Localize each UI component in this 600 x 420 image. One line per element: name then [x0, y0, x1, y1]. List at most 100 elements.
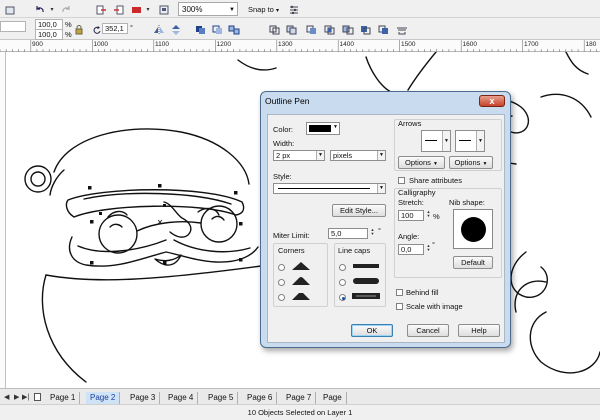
page-tab[interactable]: Page 4 [164, 392, 199, 404]
rotation-field[interactable]: 352,1 [102, 23, 128, 34]
undo-icon[interactable] [34, 3, 46, 16]
page-tab[interactable]: Page 2 [86, 392, 121, 404]
trim-icon[interactable] [306, 23, 318, 36]
color-picker[interactable]: ▼ [306, 122, 340, 135]
stretch-label: Stretch: [398, 198, 424, 207]
hat-pompom [24, 165, 52, 193]
width-unit-select[interactable]: pixels ▼ [330, 150, 386, 161]
object-size-field[interactable] [0, 21, 26, 32]
add-page-icon[interactable] [34, 393, 41, 403]
chevron-down-icon: ▼ [377, 184, 385, 193]
intersect-icon[interactable] [324, 23, 336, 36]
mirror-vertical-icon[interactable] [170, 23, 182, 36]
linecap-square-icon [352, 293, 380, 299]
page-tab[interactable]: Page 3 [126, 392, 161, 404]
santa-beard [41, 274, 87, 383]
undo-dropdown-icon[interactable]: ▾ [48, 3, 56, 16]
stretch-field[interactable]: 100 [398, 210, 424, 221]
corner-round-radio[interactable] [278, 279, 285, 286]
corner-bevel-radio[interactable] [278, 294, 285, 301]
dialog-title: Outline Pen [265, 96, 310, 106]
arrows-group: Arrows ▼ ▼ Options ▼ Options ▼ [394, 119, 502, 171]
ruler-label: 1400 [339, 41, 354, 48]
miter-spinner[interactable]: ▲ ▼ [370, 228, 375, 236]
back-minus-front-icon[interactable] [378, 23, 390, 36]
angle-field[interactable]: 0,0 [398, 244, 424, 255]
edit-style-button[interactable]: Edit Style... [332, 204, 386, 217]
end-page-icon[interactable]: ▶| [22, 393, 29, 401]
miter-degree: ° [378, 226, 381, 235]
corner-miter-radio[interactable] [278, 264, 285, 271]
page-tab[interactable]: Page 1 [46, 392, 81, 404]
status-text: 10 Objects Selected on Layer 1 [247, 408, 353, 417]
publish-dropdown-icon[interactable]: ▾ [144, 3, 152, 16]
ok-button[interactable]: OK [351, 324, 393, 337]
paste-icon[interactable] [4, 3, 16, 16]
start-arrow-select[interactable]: ▼ [421, 130, 451, 152]
nib-shape-preview[interactable] [453, 209, 493, 249]
default-label: Default [461, 258, 485, 267]
mirror-horizontal-icon[interactable] [153, 23, 165, 36]
start-arrow-options-button[interactable]: Options ▼ [398, 156, 445, 169]
ruler-label: 180 [585, 41, 597, 48]
line-style-select[interactable]: ▼ [273, 183, 386, 194]
linecap-butt-radio[interactable] [339, 264, 346, 271]
behind-fill-label: Behind fill [406, 288, 439, 297]
width-value: 2 px [276, 151, 291, 160]
import-icon[interactable] [95, 3, 107, 16]
scale-with-image-checkbox[interactable] [396, 303, 403, 310]
create-boundary-icon[interactable] [396, 23, 408, 36]
stretch-spinner[interactable]: ▲ ▼ [426, 210, 431, 218]
ruler-label: 1000 [93, 41, 108, 48]
corner-bevel-icon [292, 293, 310, 300]
angle-spinner[interactable]: ▲ ▼ [426, 244, 431, 252]
end-arrow-preview [459, 140, 471, 141]
property-bar: 100,0 100,0 % % 352,1 ° [0, 18, 600, 40]
end-arrow-options-button[interactable]: Options ▼ [449, 156, 493, 169]
linecap-round-radio[interactable] [339, 279, 346, 286]
page-tab[interactable]: Page 6 [243, 392, 278, 404]
horizontal-ruler[interactable]: 900 1000 1100 1200 1300 1400 1500 1600 1700 180 [0, 40, 600, 52]
share-attributes-checkbox[interactable] [398, 177, 405, 184]
weld-icon[interactable] [286, 23, 298, 36]
application-launcher-icon[interactable] [158, 3, 170, 16]
ungroup-icon[interactable] [212, 23, 224, 36]
standard-toolbar: ▾ ▾ 300% ▼ Snap to ▾ [0, 0, 600, 18]
cancel-button[interactable]: Cancel [407, 324, 449, 337]
end-arrow-select[interactable]: ▼ [455, 130, 485, 152]
default-button[interactable]: Default [453, 256, 493, 269]
linecap-square-radio[interactable] [339, 294, 346, 301]
options-icon[interactable] [288, 3, 300, 16]
width-label: Width: [273, 139, 295, 148]
rotation-degree: ° [130, 23, 133, 32]
scale-x-percent: % [65, 20, 72, 29]
page-tab[interactable]: Page 7 [282, 392, 317, 404]
chevron-down-icon: ▼ [377, 151, 385, 160]
page-tab[interactable]: Page [319, 392, 347, 404]
close-button[interactable]: x [479, 95, 505, 107]
miter-limit-field[interactable]: 5,0 [328, 228, 368, 239]
simplify-icon[interactable] [342, 23, 354, 36]
ungroup-all-icon[interactable] [228, 23, 240, 36]
front-minus-back-icon[interactable] [360, 23, 372, 36]
calligraphy-group: Calligraphy Stretch: 100 ▲ ▼ % Angle: 0,0… [394, 188, 502, 278]
first-page-icon[interactable]: ◀ [4, 393, 9, 401]
angle-degree: ° [432, 240, 435, 249]
miter-limit-label: Miter Limit: [273, 231, 310, 240]
redo-icon[interactable] [60, 3, 72, 16]
behind-fill-checkbox[interactable] [396, 289, 403, 296]
page-tab[interactable]: Page 5 [204, 392, 239, 404]
corners-label: Corners [278, 246, 305, 255]
group-icon[interactable] [195, 23, 207, 36]
combine-icon[interactable] [269, 23, 281, 36]
scale-y-field[interactable]: 100,0 [35, 29, 63, 40]
last-page-icon[interactable]: ▶ [14, 393, 19, 401]
export-icon[interactable] [112, 3, 124, 16]
help-button[interactable]: Help [458, 324, 500, 337]
publish-pdf-icon[interactable] [130, 3, 142, 16]
corner-round-icon [292, 277, 310, 285]
width-select[interactable]: 2 px ▼ [273, 150, 325, 161]
zoom-level-select[interactable]: 300% ▼ [178, 2, 238, 16]
lock-ratio-icon[interactable] [74, 23, 84, 36]
snap-to-button[interactable]: Snap to ▾ [248, 5, 279, 14]
